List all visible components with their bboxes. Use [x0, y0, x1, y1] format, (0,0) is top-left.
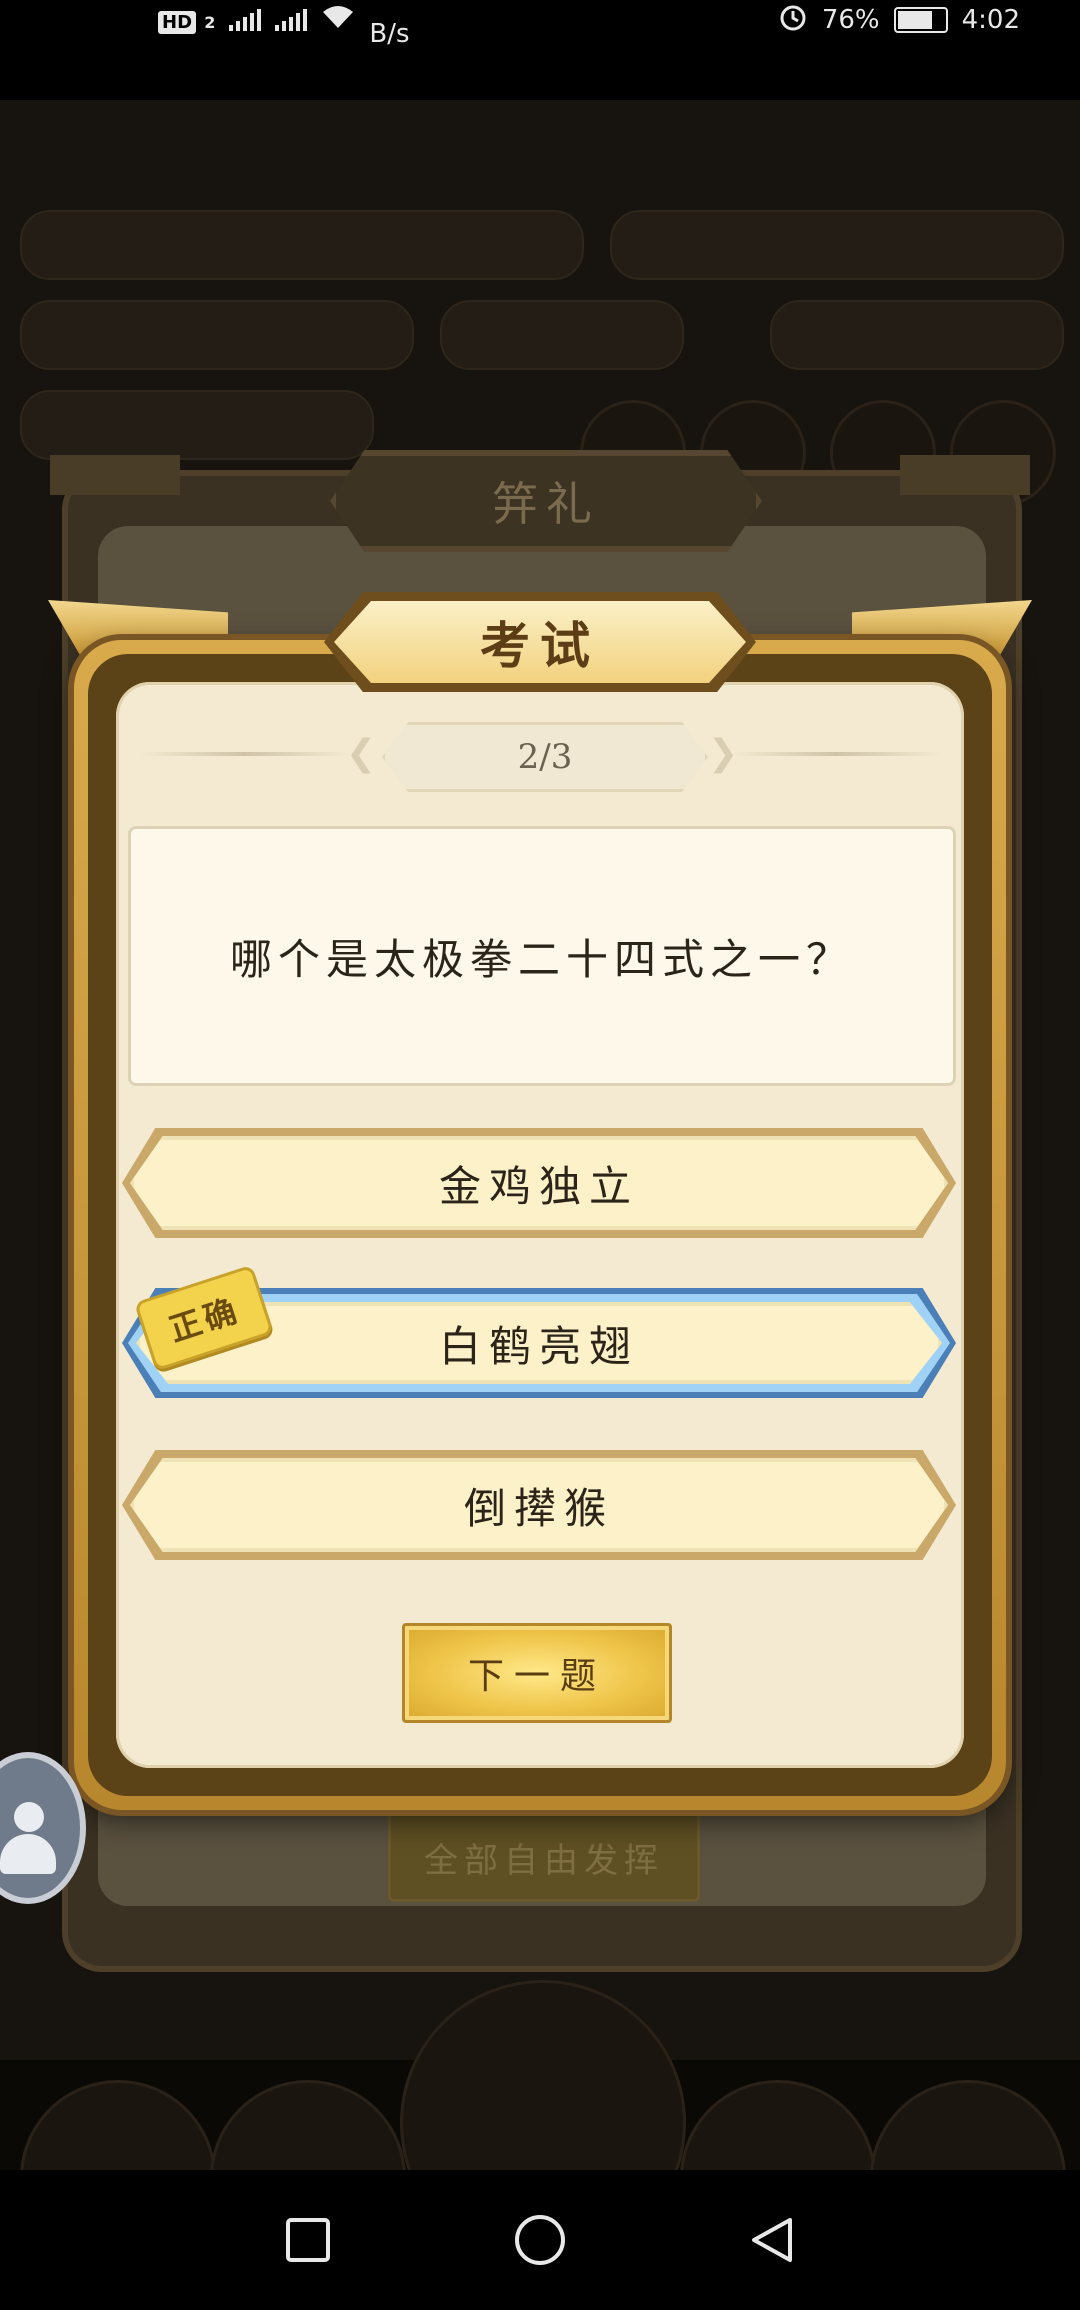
progress-divider — [140, 752, 350, 756]
bg-info-bar — [20, 390, 374, 460]
progress-divider — [732, 752, 942, 756]
answer-option-1[interactable]: 金鸡独立 — [122, 1128, 956, 1238]
signal-icon — [275, 9, 308, 31]
screen: HD 2 B/s 76% 4:02 笄礼 全部自由发挥 考试 ❮ 2/3 ❯ 哪… — [0, 0, 1080, 2310]
back-panel-wing — [900, 455, 1030, 495]
navigation-bar — [0, 2170, 1080, 2310]
home-icon[interactable] — [500, 2200, 580, 2280]
recent-apps-icon[interactable] — [268, 2200, 348, 2280]
bg-info-bar — [610, 210, 1064, 280]
status-left: HD 2 B/s — [158, 0, 410, 49]
left-arrow-ornament-icon: ❮ — [346, 733, 377, 774]
free-play-button: 全部自由发挥 — [388, 1812, 700, 1902]
answer-option-label: 金鸡独立 — [130, 1136, 948, 1230]
back-icon[interactable] — [732, 2200, 812, 2280]
dialog-title: 考试 — [334, 601, 746, 683]
bg-info-bar — [20, 210, 584, 280]
status-right: 76% 4:02 — [778, 0, 1020, 40]
answer-option-label: 倒撵猴 — [130, 1458, 948, 1552]
back-panel-title: 笄礼 — [330, 450, 762, 552]
next-question-button[interactable]: 下一题 — [402, 1623, 672, 1723]
sim-index: 2 — [204, 13, 216, 32]
battery-fill — [897, 11, 932, 29]
bg-info-bar — [440, 300, 684, 370]
network-speed: B/s — [369, 19, 410, 49]
question-text: 哪个是太极拳二十四式之一？ — [128, 826, 956, 1086]
bg-info-bar — [770, 300, 1064, 370]
clock: 4:02 — [961, 5, 1020, 35]
answer-option-3[interactable]: 倒撵猴 — [122, 1450, 956, 1560]
back-panel-wing — [50, 455, 180, 495]
status-bar: HD 2 B/s 76% 4:02 — [0, 0, 1080, 100]
battery-icon — [893, 7, 948, 33]
network-badge: HD 2 — [158, 5, 215, 35]
alarm-icon — [778, 2, 808, 39]
bg-info-bar — [20, 300, 414, 370]
hd-badge: HD — [158, 11, 197, 34]
battery-percent: 76% — [821, 5, 880, 35]
wifi-icon — [321, 4, 355, 37]
signal-icon — [229, 9, 262, 31]
question-progress: 2/3 — [382, 722, 708, 792]
person-icon — [14, 1802, 44, 1832]
person-icon-body — [0, 1834, 56, 1874]
